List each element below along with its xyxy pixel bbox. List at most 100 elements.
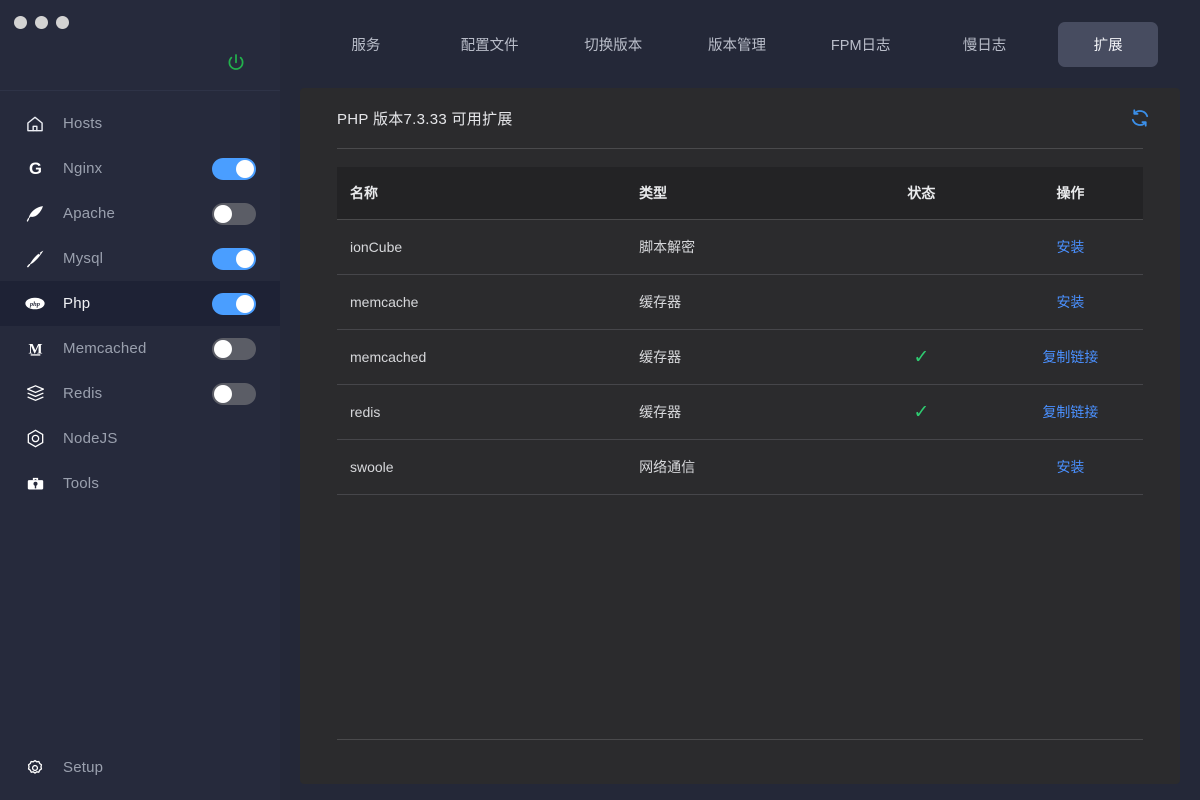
sidebar-bottom: Setup	[0, 745, 280, 800]
cell-extension-action: 安装	[997, 219, 1143, 275]
window-controls	[0, 0, 280, 36]
tab-bar: 服务 配置文件 切换版本 版本管理 FPM日志 慢日志 扩展	[280, 0, 1200, 88]
sidebar-item-nginx[interactable]: G Nginx	[0, 146, 280, 191]
tab-config-file[interactable]: 配置文件	[428, 22, 552, 67]
cell-extension-name: swoole	[337, 439, 628, 495]
cell-extension-type: 网络通信	[627, 439, 845, 495]
action-link[interactable]: 安装	[1056, 239, 1084, 255]
cell-extension-type: 缓存器	[627, 329, 845, 385]
sidebar-item-label: Setup	[63, 759, 104, 776]
cell-extension-name: memcached	[337, 329, 628, 385]
cell-extension-status: ✓	[844, 384, 998, 440]
close-dot[interactable]	[56, 15, 69, 29]
toggle-knob	[236, 294, 254, 313]
cell-extension-type: 缓存器	[627, 384, 845, 440]
minimize-dot[interactable]	[14, 15, 27, 29]
power-icon[interactable]	[225, 52, 247, 74]
table-filler	[337, 495, 1143, 739]
memcached-m-icon: M	[24, 338, 46, 360]
card-footer	[300, 740, 1180, 784]
nginx-g-icon: G	[24, 158, 46, 180]
redis-stack-icon	[24, 383, 46, 405]
sidebar-item-setup[interactable]: Setup	[0, 745, 280, 790]
tab-wrapper: 扩展	[1046, 21, 1170, 67]
column-header-status: 状态	[844, 167, 998, 220]
sidebar-item-nodejs[interactable]: NodeJS	[0, 416, 280, 461]
card-header: PHP 版本7.3.33 可用扩展	[300, 88, 1180, 148]
cell-extension-name: ionCube	[337, 219, 628, 275]
table-row: swoole 网络通信 安装	[337, 439, 1143, 495]
sidebar-item-hosts[interactable]: Hosts	[0, 101, 280, 146]
sidebar-item-mysql[interactable]: Mysql	[0, 236, 280, 281]
cell-extension-name: memcache	[337, 274, 628, 330]
toggle-knob	[236, 249, 254, 268]
svg-text:G: G	[29, 159, 42, 178]
tab-wrapper: 版本管理	[675, 22, 799, 67]
tab-slow-log[interactable]: 慢日志	[923, 22, 1047, 67]
sidebar-toggle-mysql[interactable]	[212, 247, 256, 270]
tab-extensions[interactable]: 扩展	[1058, 21, 1159, 67]
toggle-knob	[214, 339, 232, 358]
php-elephant-icon: php	[24, 293, 46, 315]
tab-switch-version[interactable]: 切换版本	[551, 22, 675, 67]
toggle-knob	[214, 204, 232, 223]
sidebar-item-label: Apache	[63, 205, 116, 222]
power-row	[0, 36, 280, 90]
action-link[interactable]: 复制链接	[1042, 349, 1098, 365]
sidebar-item-label: Tools	[63, 475, 100, 492]
table-head: 名称 类型 状态 操作	[337, 167, 1143, 220]
sidebar-item-label: Mysql	[63, 250, 104, 267]
cell-extension-type: 缓存器	[627, 274, 845, 330]
extensions-card: PHP 版本7.3.33 可用扩展 名称 类型 状态 操作 ionCube 脚本…	[300, 88, 1180, 784]
sidebar: Hosts G Nginx Apache Mysql php Php M Mem…	[0, 0, 280, 800]
sidebar-item-php[interactable]: php Php	[0, 281, 280, 326]
status-check-icon: ✓	[913, 346, 930, 368]
cell-extension-action: 复制链接	[997, 329, 1143, 385]
cell-extension-action: 安装	[997, 274, 1143, 330]
cell-extension-action: 复制链接	[997, 384, 1143, 440]
column-header-type: 类型	[627, 167, 845, 220]
table-row: memcache 缓存器 安装	[337, 274, 1143, 330]
sidebar-nav: Hosts G Nginx Apache Mysql php Php M Mem…	[0, 91, 280, 745]
home-icon	[24, 113, 46, 135]
sidebar-toggle-apache[interactable]	[212, 202, 256, 225]
nodejs-hex-icon	[24, 428, 46, 450]
cell-extension-status	[844, 219, 998, 275]
action-link[interactable]: 安装	[1056, 459, 1084, 475]
sidebar-toggle-memcached[interactable]	[212, 337, 256, 360]
tab-wrapper: 切换版本	[551, 22, 675, 67]
tab-version-management[interactable]: 版本管理	[675, 22, 799, 67]
action-link[interactable]: 复制链接	[1042, 404, 1098, 420]
svg-text:php: php	[29, 301, 41, 308]
status-check-icon: ✓	[913, 401, 930, 423]
maximize-dot[interactable]	[35, 15, 48, 29]
sidebar-item-label: Php	[63, 295, 91, 312]
tab-wrapper: 慢日志	[923, 22, 1047, 67]
sidebar-item-label: Nginx	[63, 160, 103, 177]
sidebar-toggle-redis[interactable]	[212, 382, 256, 405]
sidebar-item-tools[interactable]: Tools	[0, 461, 280, 506]
cell-extension-action: 安装	[997, 439, 1143, 495]
refresh-icon[interactable]	[1128, 106, 1152, 130]
cell-extension-status: ✓	[844, 329, 998, 385]
table-header-row: 名称 类型 状态 操作	[337, 167, 1143, 220]
sidebar-item-memcached[interactable]: M Memcached	[0, 326, 280, 371]
toggle-knob	[214, 384, 232, 403]
action-link[interactable]: 安装	[1056, 294, 1084, 310]
tab-wrapper: 服务	[304, 22, 428, 67]
table-body: ionCube 脚本解密 安装 memcache 缓存器 安装 memcache…	[337, 219, 1143, 495]
sidebar-toggle-php[interactable]	[212, 292, 256, 315]
tab-wrapper: 配置文件	[428, 22, 552, 67]
table-row: ionCube 脚本解密 安装	[337, 219, 1143, 275]
table-row: memcached 缓存器 ✓ 复制链接	[337, 329, 1143, 385]
tab-fpm-log[interactable]: FPM日志	[799, 22, 923, 67]
gear-icon	[24, 757, 46, 779]
tab-wrapper: FPM日志	[799, 22, 923, 67]
sidebar-item-apache[interactable]: Apache	[0, 191, 280, 236]
sidebar-item-redis[interactable]: Redis	[0, 371, 280, 416]
sidebar-toggle-nginx[interactable]	[212, 157, 256, 180]
sidebar-item-label: Hosts	[63, 115, 103, 132]
table-row: redis 缓存器 ✓ 复制链接	[337, 384, 1143, 440]
sidebar-item-label: NodeJS	[63, 430, 118, 447]
tab-services[interactable]: 服务	[304, 22, 428, 67]
